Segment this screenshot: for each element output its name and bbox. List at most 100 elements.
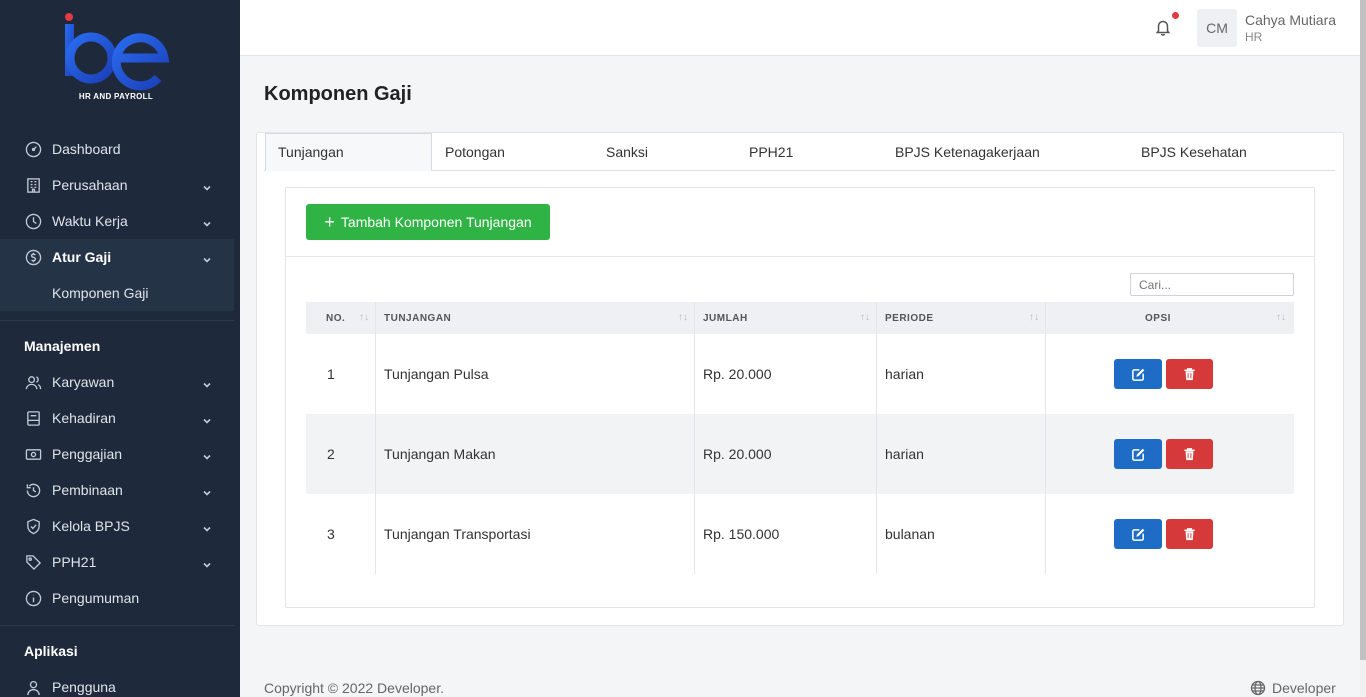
sidebar-item-perusahaan[interactable]: Perusahaan: [0, 167, 234, 203]
edit-icon: [1131, 448, 1144, 461]
column-header-tunjangan[interactable]: TUNJANGAN: [384, 302, 451, 334]
sort-icon[interactable]: ↑↓: [860, 312, 870, 323]
sidebar-section-manajemen: Manajemen: [24, 338, 101, 354]
chevron-down-icon: [202, 485, 212, 496]
chevron-down-icon: [202, 377, 212, 388]
sidebar-item-dashboard[interactable]: Dashboard: [0, 131, 234, 167]
user-role: HR: [1245, 30, 1263, 44]
topbar: CM Cahya Mutiara HR: [240, 0, 1360, 56]
sidebar-item-label: Pengumuman: [52, 590, 140, 606]
tab-bpjs-ketenagakerjaan[interactable]: BPJS Ketenagakerjaan: [895, 133, 1040, 171]
sidebar-item-waktu-kerja[interactable]: Waktu Kerja: [0, 203, 234, 239]
sort-icon[interactable]: ↑↓: [678, 312, 688, 323]
plus-icon: +: [324, 212, 335, 232]
tab-tunjangan[interactable]: Tunjangan: [265, 133, 432, 171]
edit-button[interactable]: [1114, 359, 1162, 389]
column-divider: [876, 302, 877, 574]
scrollbar-thumb[interactable]: [1360, 0, 1366, 660]
sidebar-item-pengumuman[interactable]: Pengumuman: [0, 580, 234, 616]
shield-icon: [24, 517, 42, 535]
chevron-down-icon: [202, 521, 212, 532]
cell-no: 2: [327, 446, 335, 462]
add-tunjangan-label: Tambah Komponen Tunjangan: [340, 214, 532, 230]
column-divider: [694, 302, 695, 574]
sidebar-subitem-komponen-gaji[interactable]: Komponen Gaji: [0, 275, 234, 311]
delete-button[interactable]: [1166, 519, 1213, 549]
brand-logo[interactable]: HR AND PAYROLL: [58, 12, 174, 104]
delete-button[interactable]: [1166, 439, 1213, 469]
edit-button[interactable]: [1114, 519, 1162, 549]
panel-divider: [286, 256, 1314, 257]
sort-icon[interactable]: ↑↓: [359, 312, 369, 323]
avatar[interactable]: CM: [1197, 9, 1237, 47]
footer-link-label: Developer: [1272, 680, 1336, 696]
tag-icon: [24, 553, 42, 571]
sidebar-item-pengguna[interactable]: Pengguna: [0, 669, 234, 697]
tab-pph21[interactable]: PPH21: [749, 133, 793, 171]
calendar-icon: [24, 409, 42, 427]
sidebar-item-penggajian[interactable]: Penggajian: [0, 436, 234, 472]
sidebar-item-label: Pengguna: [52, 679, 116, 695]
info-icon: [24, 589, 42, 607]
trash-icon: [1184, 367, 1195, 380]
sidebar-divider: [0, 625, 234, 626]
sidebar-item-kelola-bpjs[interactable]: Kelola BPJS: [0, 508, 234, 544]
cell-periode: harian: [885, 446, 924, 462]
sidebar-section-aplikasi: Aplikasi: [24, 643, 78, 659]
sidebar-item-label: Kehadiran: [52, 410, 116, 426]
footer-developer-link[interactable]: Developer: [1250, 680, 1336, 696]
page-scrollbar[interactable]: [1360, 0, 1366, 697]
history-icon: [24, 481, 42, 499]
tab-sanksi[interactable]: Sanksi: [606, 133, 648, 171]
sidebar-item-kehadiran[interactable]: Kehadiran: [0, 400, 234, 436]
column-divider: [1045, 302, 1046, 574]
cell-jumlah: Rp. 20.000: [703, 366, 772, 382]
chevron-down-icon: [202, 180, 212, 191]
cell-jumlah: Rp. 150.000: [703, 526, 780, 542]
cell-tunjangan: Tunjangan Makan: [384, 446, 496, 462]
column-divider: [375, 302, 376, 574]
cell-no: 1: [327, 366, 335, 382]
column-header-no[interactable]: NO.: [326, 302, 345, 334]
users-icon: [24, 373, 42, 391]
delete-button[interactable]: [1166, 359, 1213, 389]
cash-icon: [24, 445, 42, 463]
sidebar-item-pembinaan[interactable]: Pembinaan: [0, 472, 234, 508]
sidebar-item-label: Dashboard: [52, 141, 121, 157]
sidebar-item-pph21[interactable]: PPH21: [0, 544, 234, 580]
chevron-down-icon: [202, 449, 212, 460]
dollar-icon: [24, 248, 42, 266]
chevron-down-icon: [202, 216, 212, 227]
edit-button[interactable]: [1114, 439, 1162, 469]
sort-icon[interactable]: ↑↓: [1276, 312, 1286, 323]
column-header-jumlah[interactable]: JUMLAH: [703, 302, 748, 334]
trash-icon: [1184, 527, 1195, 540]
cell-no: 3: [327, 526, 335, 542]
sidebar-item-label: PPH21: [52, 554, 97, 570]
logo-icon: [65, 13, 170, 91]
notification-bell-icon[interactable]: [1154, 18, 1174, 38]
brand-subtitle: HR AND PAYROLL: [78, 92, 154, 101]
cell-periode: harian: [885, 366, 924, 382]
sort-icon[interactable]: ↑↓: [1029, 312, 1039, 323]
tab-potongan[interactable]: Potongan: [445, 133, 505, 171]
sidebar-divider: [0, 320, 234, 321]
page-title: Komponen Gaji: [264, 83, 412, 105]
tab-bpjs-kesehatan[interactable]: BPJS Kesehatan: [1141, 133, 1247, 171]
chevron-down-icon: [202, 557, 212, 568]
sidebar-item-atur-gaji[interactable]: Atur Gaji: [0, 239, 234, 275]
sidebar-item-karyawan[interactable]: Karyawan: [0, 364, 234, 400]
cell-tunjangan: Tunjangan Pulsa: [384, 366, 489, 382]
column-header-opsi[interactable]: OPSI: [1145, 302, 1171, 334]
sidebar: HR AND PAYROLL Dashboard Perusahaan Wakt…: [0, 0, 240, 697]
search-input[interactable]: [1130, 273, 1294, 296]
sidebar-item-label: Pembinaan: [52, 482, 123, 498]
column-header-periode[interactable]: PERIODE: [885, 302, 934, 334]
edit-icon: [1131, 528, 1144, 541]
sidebar-item-label: Atur Gaji: [52, 249, 112, 265]
trash-icon: [1184, 447, 1195, 460]
user-name[interactable]: Cahya Mutiara: [1245, 12, 1336, 28]
sidebar-item-label: Karyawan: [52, 374, 115, 390]
add-tunjangan-button[interactable]: + Tambah Komponen Tunjangan: [306, 204, 550, 240]
user-icon: [24, 678, 42, 696]
